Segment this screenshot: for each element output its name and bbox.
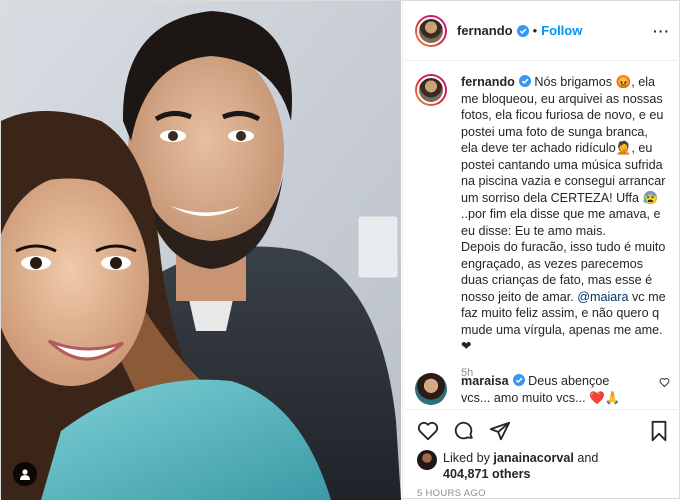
likes-and: and xyxy=(573,451,599,465)
post-header: fernando • Follow ··· xyxy=(403,1,680,61)
likes-summary: Liked by janainacorval and 404,871 other… xyxy=(417,450,598,482)
post-side-panel: fernando • Follow ··· fernando Nós briga… xyxy=(402,1,680,500)
verified-badge-icon xyxy=(518,75,531,87)
action-icons xyxy=(417,420,511,445)
comment-item: maraisa Deus abençoe vcs... amo muito vc… xyxy=(415,373,670,406)
caption-body: fernando Nós brigamos 😡, ela me bloqueou… xyxy=(461,74,668,381)
liker-username[interactable]: janainacorval xyxy=(493,451,574,465)
heart-icon[interactable] xyxy=(417,420,439,445)
author-avatar[interactable] xyxy=(415,14,447,47)
post-timestamp[interactable]: 5 HOURS AGO xyxy=(417,488,486,499)
likes-count[interactable]: 404,871 others xyxy=(443,467,531,481)
verified-badge-icon xyxy=(512,374,525,386)
follow-button[interactable]: Follow xyxy=(541,23,582,38)
likes-prefix: Liked by xyxy=(443,451,494,465)
commenter-avatar[interactable] xyxy=(415,373,447,405)
actions-bar: Liked by janainacorval and 404,871 other… xyxy=(403,409,680,500)
caption-username[interactable]: fernando xyxy=(461,75,515,89)
caption: fernando Nós brigamos 😡, ela me bloqueou… xyxy=(415,74,668,381)
post-photo[interactable] xyxy=(1,1,401,500)
mention-link[interactable]: @maiara xyxy=(577,290,628,304)
likes-text: Liked by janainacorval and 404,871 other… xyxy=(443,450,598,482)
user-tag-icon[interactable] xyxy=(13,462,37,486)
caption-author-avatar[interactable] xyxy=(415,74,447,106)
liker-avatar[interactable] xyxy=(417,450,437,470)
comment-body: maraisa Deus abençoe vcs... amo muito vc… xyxy=(461,373,641,406)
selfie-image xyxy=(1,1,401,500)
author-username[interactable]: fernando xyxy=(457,23,513,38)
instagram-post: fernando • Follow ··· fernando Nós briga… xyxy=(0,0,680,500)
more-options-icon[interactable]: ··· xyxy=(653,23,670,39)
separator-dot: • xyxy=(532,23,538,38)
caption-text-part-1: Nós brigamos 😡, ela me bloqueou, eu arqu… xyxy=(461,75,666,238)
commenter-username[interactable]: maraisa xyxy=(461,374,509,388)
bookmark-icon[interactable] xyxy=(648,420,670,445)
comments-section: fernando Nós brigamos 😡, ela me bloqueou… xyxy=(403,62,680,408)
verified-badge-icon xyxy=(516,24,529,37)
comment-like-heart-icon[interactable] xyxy=(659,377,670,388)
comment-icon[interactable] xyxy=(453,420,475,445)
caption-heart: ❤ xyxy=(461,339,472,353)
share-icon[interactable] xyxy=(489,420,511,445)
